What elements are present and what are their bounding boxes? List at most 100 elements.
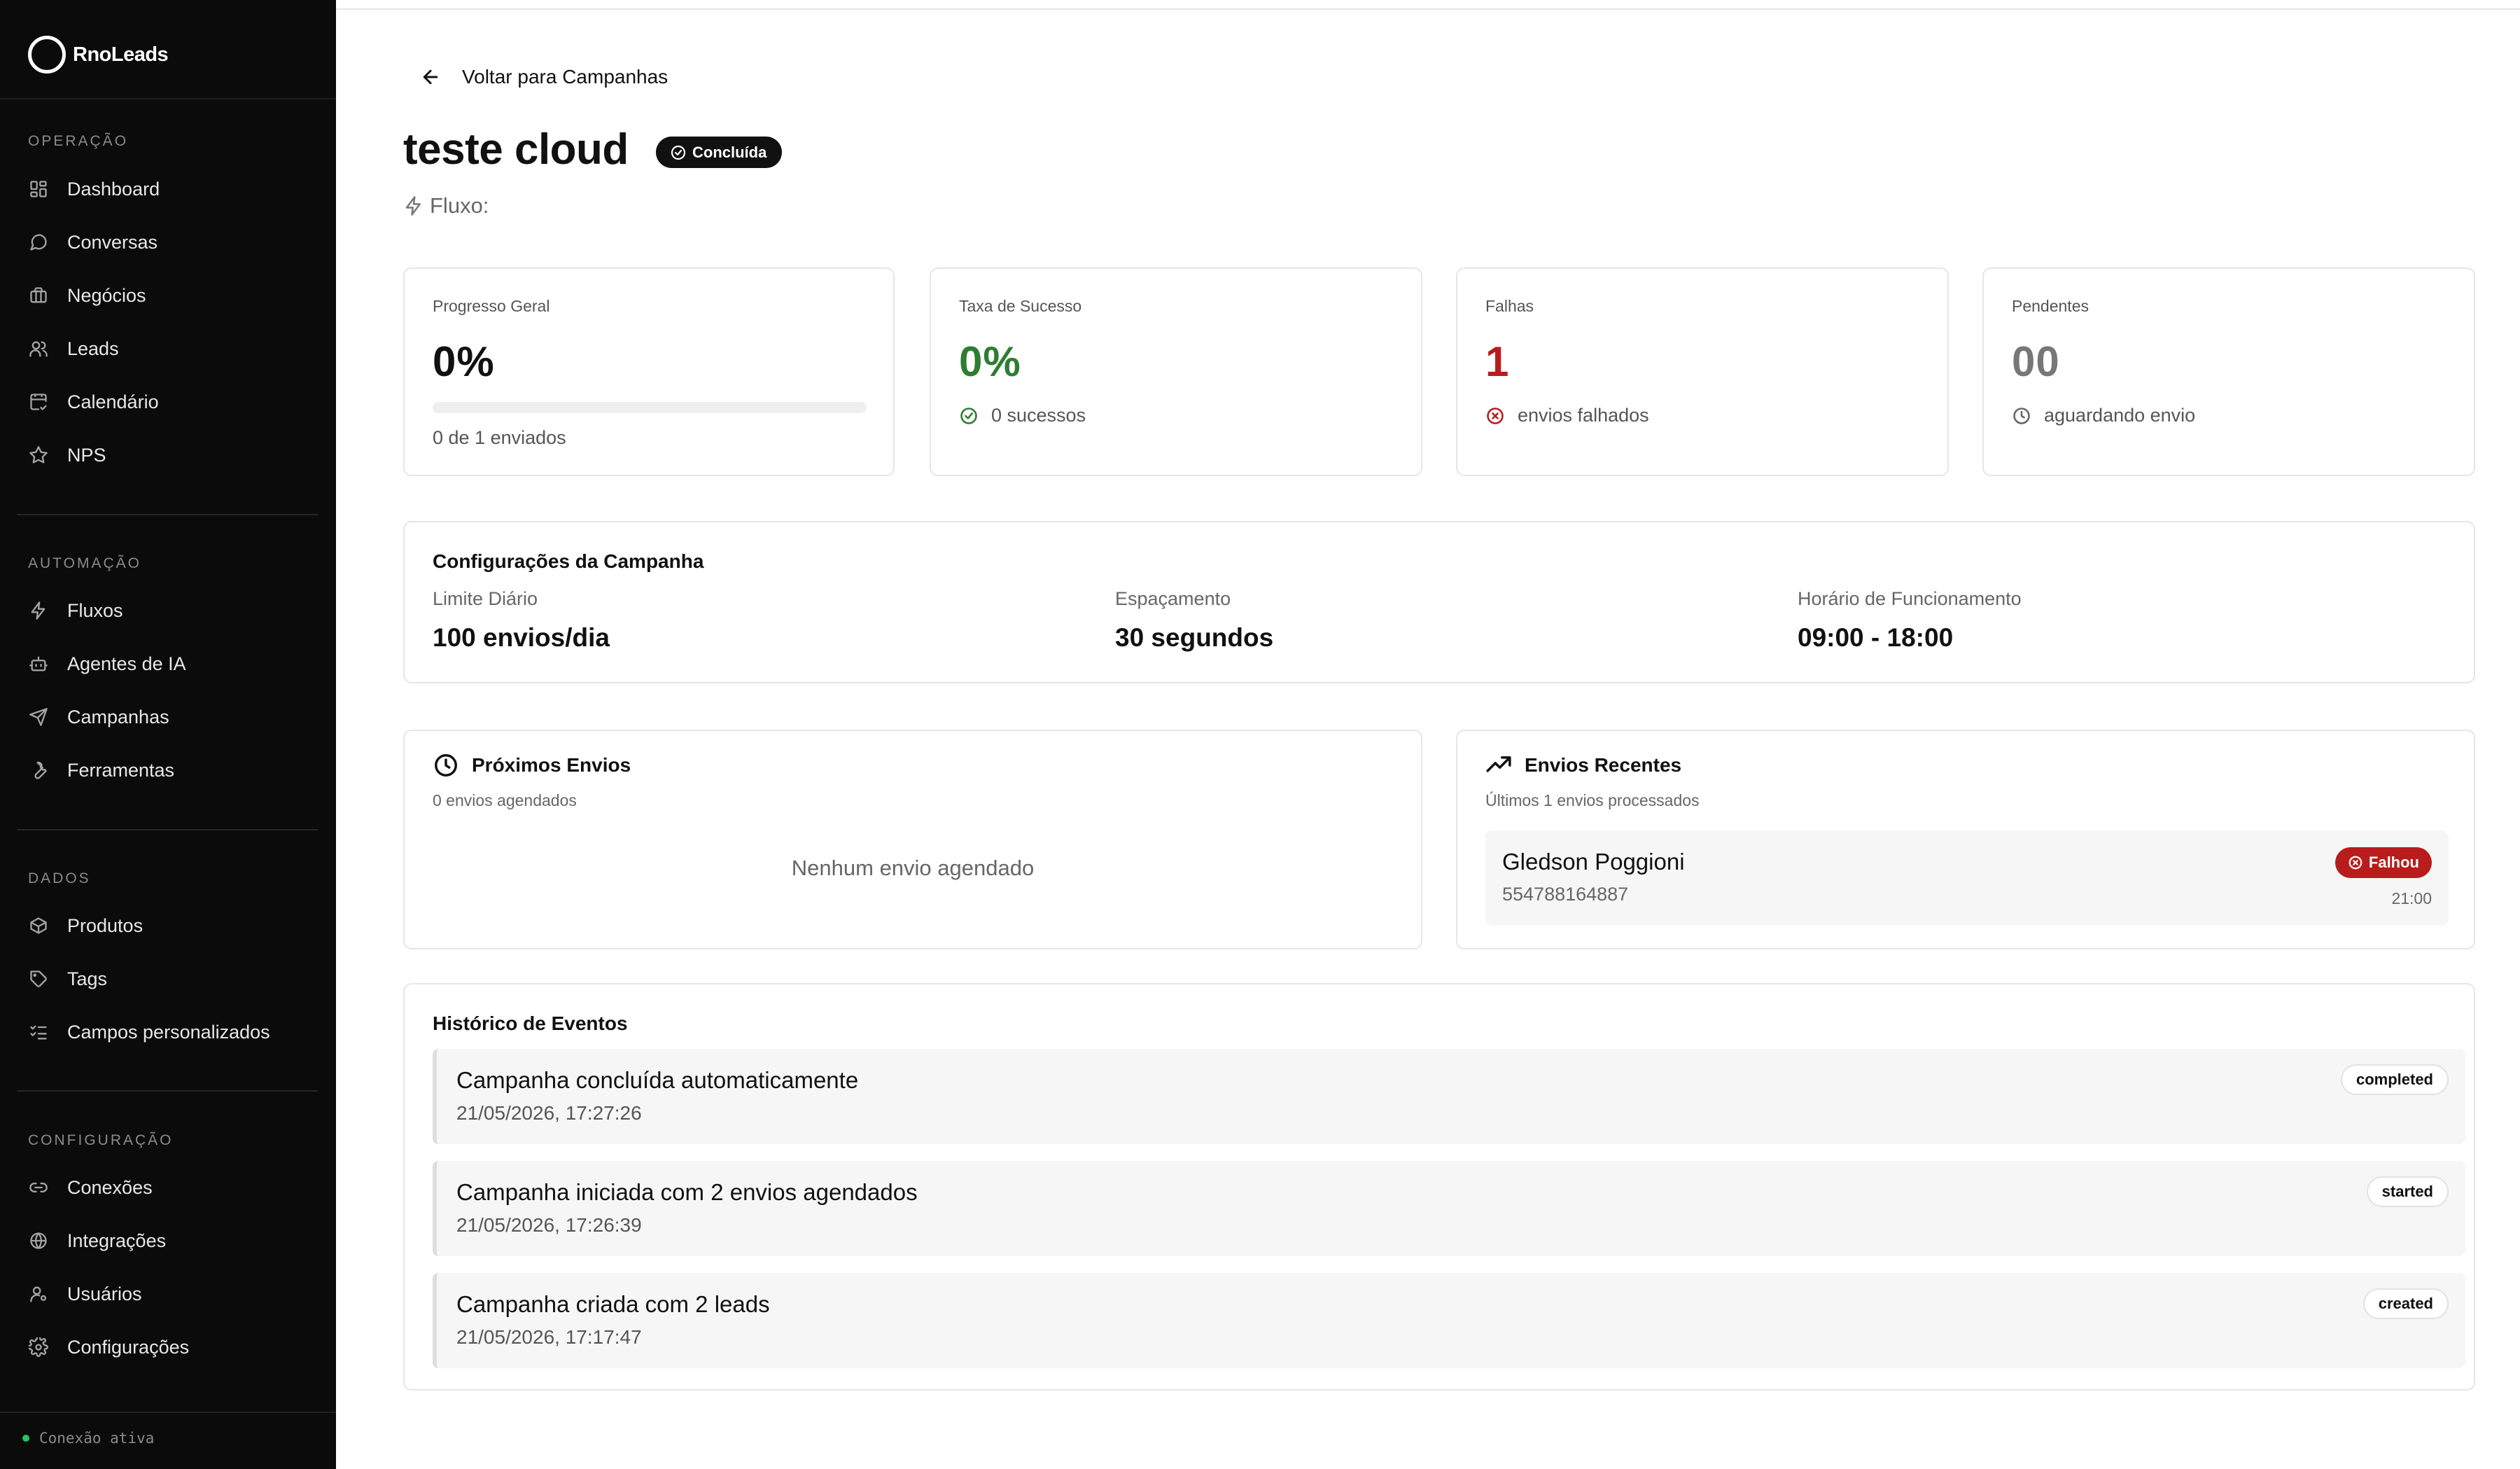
- connection-status-label: Conexão ativa: [39, 1430, 155, 1447]
- event-history-card: Histórico de Eventos Campanha concluída …: [403, 983, 2475, 1391]
- sidebar-item-ferramentas[interactable]: Ferramentas: [28, 751, 315, 790]
- sidebar-item-label: Usuários: [67, 1283, 142, 1304]
- top-border: [336, 8, 2520, 10]
- failed-badge: Falhou: [2334, 847, 2432, 878]
- clock-icon: [2013, 407, 2030, 424]
- sidebar-item-label: Calendário: [67, 391, 159, 412]
- event-row: Campanha criada com 2 leads 21/05/2026, …: [433, 1273, 2465, 1368]
- sidebar-section-operacao: OPERAÇÃO: [28, 133, 129, 149]
- sidebar-section-automacao: AUTOMAÇÃO: [28, 555, 141, 571]
- sidebar-separator: [17, 1090, 318, 1092]
- stat-sub-row: aguardando envio: [2012, 405, 2195, 426]
- stat-value: 00: [2012, 338, 2060, 385]
- progress-bar: [433, 402, 867, 413]
- event-tag: completed: [2340, 1064, 2449, 1095]
- event-text: Campanha criada com 2 leads: [456, 1291, 770, 1317]
- sidebar-item-integracoes[interactable]: Integrações: [28, 1221, 315, 1260]
- status-dot-icon: [22, 1435, 29, 1442]
- send-icon: [28, 706, 49, 727]
- event-row: Campanha iniciada com 2 envios agendados…: [433, 1161, 2465, 1256]
- sidebar-divider: [0, 98, 336, 99]
- empty-state: Nenhum envio agendado: [791, 856, 1035, 880]
- sidebar-item-fluxos[interactable]: Fluxos: [28, 591, 315, 630]
- stat-label: Falhas: [1485, 297, 1534, 315]
- sidebar-item-label: Leads: [67, 337, 119, 359]
- stat-sub: envios falhados: [1518, 405, 1649, 426]
- tag-icon: [28, 968, 49, 989]
- sidebar-item-leads[interactable]: Leads: [28, 329, 315, 368]
- sidebar-item-label: Conexões: [67, 1176, 153, 1198]
- sidebar-item-dashboard[interactable]: Dashboard: [28, 169, 315, 209]
- sidebar-item-negocios[interactable]: Negócios: [28, 276, 315, 315]
- recipient-name: Gledson Poggioni: [1502, 849, 1685, 875]
- recent-sends-subtitle: Últimos 1 envios processados: [1485, 791, 1700, 809]
- check-circle-icon: [960, 407, 977, 424]
- sidebar-item-label: Campanhas: [67, 706, 169, 727]
- zap-icon: [28, 600, 49, 621]
- event-text: Campanha iniciada com 2 envios agendados: [456, 1179, 918, 1205]
- flow-label: Fluxo:: [430, 193, 489, 218]
- recipient-phone: 554788164887: [1502, 884, 1629, 905]
- back-to-campaigns-link[interactable]: Voltar para Campanhas: [420, 66, 668, 88]
- brand[interactable]: RnoLeads: [28, 35, 169, 74]
- sidebar-item-label: Configurações: [67, 1336, 190, 1358]
- sidebar-item-tags[interactable]: Tags: [28, 959, 315, 998]
- globe-icon: [28, 1230, 49, 1251]
- trending-up-icon: [1486, 756, 1511, 772]
- status-badge-label: Concluída: [692, 143, 767, 161]
- event-time: 21/05/2026, 17:27:26: [456, 1102, 642, 1124]
- check-circle-icon: [671, 145, 686, 160]
- stat-value: 1: [1485, 338, 1510, 385]
- users-icon: [28, 338, 49, 359]
- event-row: Campanha concluída automaticamente 21/05…: [433, 1049, 2465, 1144]
- dashboard-icon: [28, 179, 49, 200]
- failed-badge-label: Falhou: [2368, 854, 2419, 871]
- list-checks-icon: [28, 1022, 49, 1043]
- sidebar-item-label: Agentes de IA: [67, 653, 186, 674]
- sidebar-separator: [17, 514, 318, 515]
- sidebar-item-conexoes[interactable]: Conexões: [28, 1168, 315, 1207]
- event-text: Campanha concluída automaticamente: [456, 1067, 859, 1093]
- sidebar-item-calendario[interactable]: Calendário: [28, 382, 315, 422]
- x-circle-icon: [2348, 856, 2362, 870]
- sidebar-item-label: Tags: [67, 968, 108, 989]
- x-circle-icon: [1487, 407, 1504, 424]
- stat-label: Progresso Geral: [433, 297, 550, 315]
- stat-sub-row: 0 sucessos: [959, 405, 1086, 426]
- sidebar-item-nps[interactable]: NPS: [28, 436, 315, 475]
- spacing-label: Espaçamento: [1115, 588, 1231, 609]
- sidebar-item-campanhas[interactable]: Campanhas: [28, 697, 315, 737]
- sidebar-item-label: NPS: [67, 444, 106, 466]
- recent-send-row[interactable]: Gledson Poggioni 554788164887 Falhou 21:…: [1485, 830, 2449, 926]
- sidebar-section-dados: DADOS: [28, 870, 91, 886]
- logo-ring-icon: [28, 36, 66, 74]
- wrench-icon: [28, 760, 49, 781]
- stat-card-success: Taxa de Sucesso 0% 0 sucessos: [930, 267, 1422, 476]
- sidebar-item-conversas[interactable]: Conversas: [28, 223, 315, 262]
- sidebar-item-label: Campos personalizados: [67, 1021, 270, 1043]
- page-title: teste cloud: [403, 125, 629, 174]
- send-time: 21:00: [2391, 889, 2432, 907]
- sidebar-item-label: Integrações: [67, 1230, 167, 1251]
- sidebar-item-usuarios[interactable]: Usuários: [28, 1274, 315, 1314]
- arrow-left-icon: [423, 69, 438, 85]
- stat-card-progress: Progresso Geral 0% 0 de 1 enviados: [403, 267, 895, 476]
- star-icon: [28, 445, 49, 466]
- config-title: Configurações da Campanha: [433, 550, 704, 572]
- sidebar-divider: [0, 1412, 336, 1413]
- stat-value: 0%: [959, 338, 1021, 385]
- sidebar-item-produtos[interactable]: Produtos: [28, 906, 315, 945]
- stat-sub: 0 de 1 enviados: [433, 427, 566, 448]
- brand-name: RnoLeads: [73, 43, 169, 66]
- sidebar-item-campos-personalizados[interactable]: Campos personalizados: [28, 1012, 315, 1052]
- stat-value: 0%: [433, 338, 495, 385]
- event-time: 21/05/2026, 17:17:47: [456, 1326, 642, 1348]
- sidebar-item-agentes-ia[interactable]: Agentes de IA: [28, 644, 315, 683]
- hours-label: Horário de Funcionamento: [1798, 588, 2022, 609]
- recent-sends-card: Envios Recentes Últimos 1 envios process…: [1456, 730, 2475, 949]
- sidebar-item-configuracoes[interactable]: Configurações: [28, 1328, 315, 1367]
- sidebar-separator: [17, 829, 318, 830]
- spacing-value: 30 segundos: [1115, 623, 1274, 652]
- status-badge: Concluída: [656, 137, 783, 168]
- next-sends-title: Próximos Envios: [472, 754, 631, 776]
